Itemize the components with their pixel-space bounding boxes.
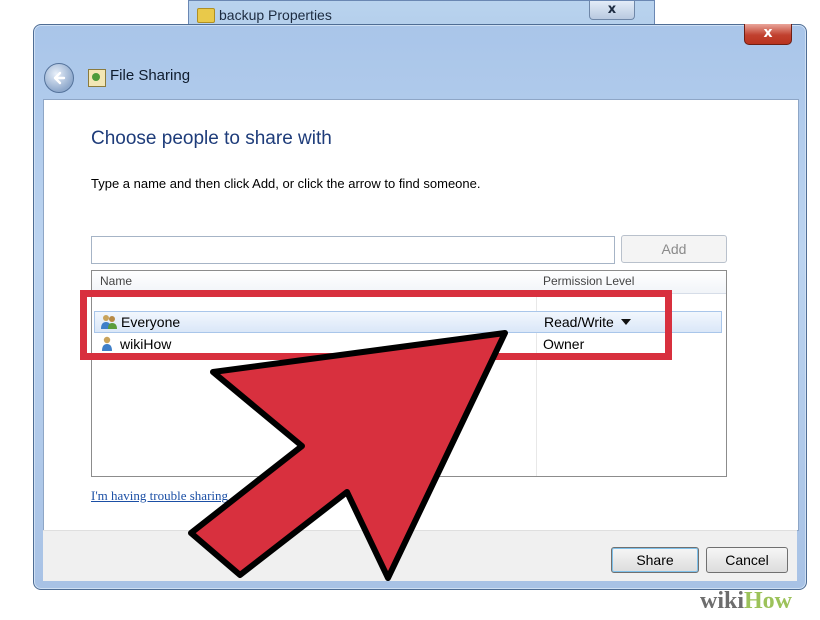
watermark-how: How — [744, 588, 793, 614]
watermark-wiki: wiki — [700, 588, 745, 614]
pointer-arrow-icon — [188, 330, 508, 581]
watermark: wikiHow — [700, 588, 792, 615]
